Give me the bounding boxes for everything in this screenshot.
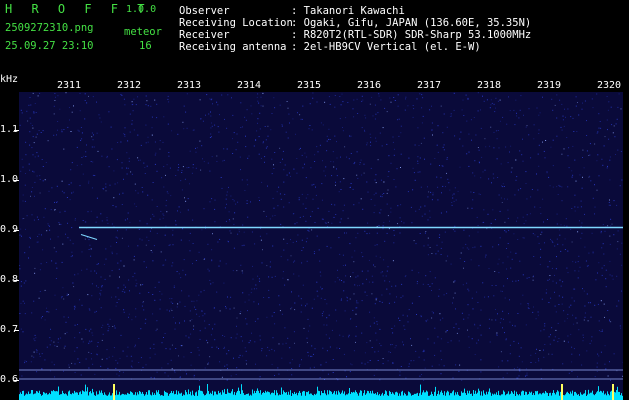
x-tick: 2315 bbox=[297, 80, 322, 91]
location-label: Receiving Location bbox=[179, 17, 293, 29]
y-axis-unit: kHz bbox=[0, 74, 19, 85]
hrofft-window: H R O F F T 1.0.0 2509272310.png 25.09.2… bbox=[0, 0, 629, 400]
spectrogram-canvas bbox=[19, 92, 623, 400]
x-tick: 2318 bbox=[477, 80, 502, 91]
x-tick: 2313 bbox=[177, 80, 202, 91]
receiver-value: : R820T2(RTL-SDR) SDR-Sharp 53.1000MHz bbox=[291, 29, 532, 41]
antenna-value: : 2el-HB9CV Vertical (el. E-W) bbox=[291, 41, 481, 53]
x-tick: 2316 bbox=[357, 80, 382, 91]
x-tick: 2314 bbox=[237, 80, 262, 91]
x-tick: 2320 bbox=[597, 80, 622, 91]
event-marker bbox=[113, 384, 115, 400]
x-tick: 2319 bbox=[537, 80, 562, 91]
date-time: 25.09.27 23:10 bbox=[5, 40, 94, 52]
event-marker bbox=[612, 384, 614, 400]
observer-value: : Takanori Kawachi bbox=[291, 5, 405, 17]
x-tick: 2312 bbox=[117, 80, 142, 91]
observer-label: Observer bbox=[179, 5, 230, 17]
file-name: 2509272310.png bbox=[5, 22, 94, 34]
antenna-label: Receiving antenna bbox=[179, 41, 287, 53]
spectrogram-plot bbox=[19, 92, 623, 400]
receiver-label: Receiver bbox=[179, 29, 230, 41]
spectrogram-background bbox=[19, 92, 623, 400]
count-label: meteor bbox=[124, 26, 162, 38]
x-tick: 2317 bbox=[417, 80, 442, 91]
location-value: : Ogaki, Gifu, JAPAN (136.60E, 35.35N) bbox=[291, 17, 532, 29]
event-marker bbox=[561, 384, 563, 400]
app-version: 1.0.0 bbox=[126, 4, 157, 15]
x-tick: 2311 bbox=[57, 80, 82, 91]
count-value: 16 bbox=[139, 40, 152, 52]
